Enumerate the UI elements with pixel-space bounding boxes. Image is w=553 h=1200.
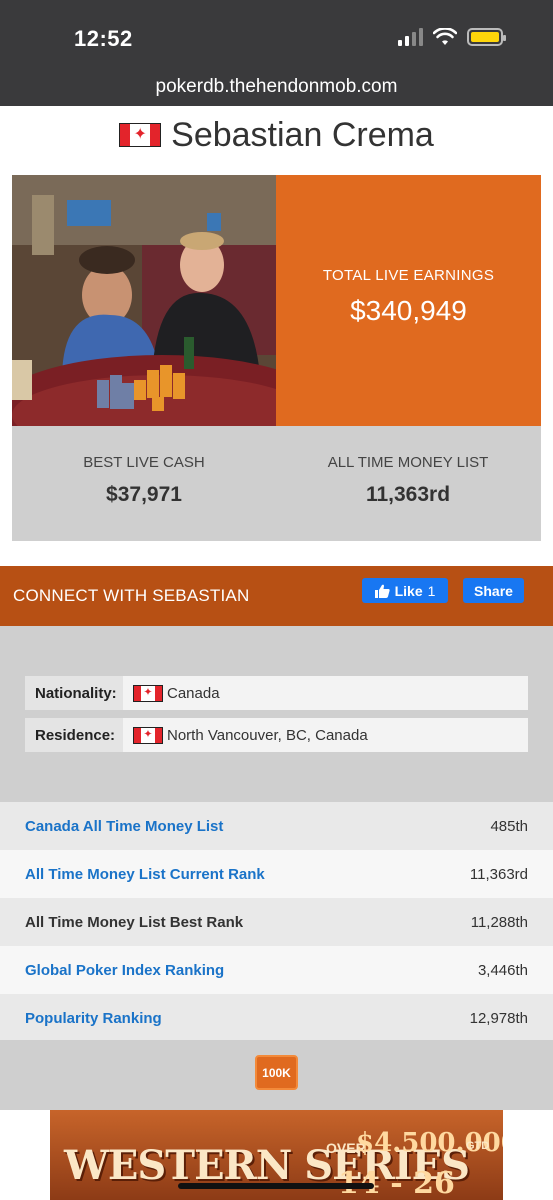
battery-icon [467,28,506,46]
player-name: Sebastian Crema [171,115,434,154]
residence-row: Residence: ✦ North Vancouver, BC, Canada [25,718,528,752]
best-live-cash-stat: BEST LIVE CASH $37,971 [12,426,276,541]
ranking-row: All Time Money List Best Rank 11,288th [0,898,553,946]
facebook-like-button[interactable]: Like 1 [362,578,448,603]
ranking-value: 485th [490,817,528,835]
like-count: 1 [427,582,436,599]
player-info-panel [0,626,553,802]
nationality-label: Nationality: [25,676,123,710]
best-live-cash-label: BEST LIVE CASH [83,454,205,471]
ranking-value: 11,363rd [469,865,528,883]
home-indicator[interactable] [178,1183,374,1189]
all-time-money-list-label: ALL TIME MONEY LIST [327,454,489,471]
nationality-value: Canada [167,684,220,702]
ranking-row: Popularity Ranking 12,978th [0,994,553,1042]
player-stats: TOTAL LIVE EARNINGS $340,949 BEST LIVE C… [12,175,541,541]
canada-flag-icon: ✦ [133,726,163,744]
ranking-value: 12,978th [469,1009,528,1027]
browser-top-bar: 12:52 pokerdb.thehendonmob.com [0,0,553,106]
residence-value-cell: ✦ North Vancouver, BC, Canada [123,718,528,752]
ranking-row: All Time Money List Current Rank 11,363r… [0,850,553,898]
all-time-money-list-value: 11,363rd [365,483,451,506]
total-live-earnings-value: $340,949 [350,295,467,326]
ranking-label-best-rank: All Time Money List Best Rank [25,913,244,931]
status-icons [398,28,506,46]
connect-title: CONNECT WITH SEBASTIAN [13,586,250,605]
thumbs-up-icon [374,584,390,598]
status-time: 12:52 [74,26,133,51]
canada-flag-icon: ✦ [119,123,162,147]
ranking-link-canada-money-list[interactable]: Canada All Time Money List [25,818,223,835]
nationality-row: Nationality: ✦ Canada [25,676,528,710]
all-time-money-list-stat: ALL TIME MONEY LIST 11,363rd [276,426,540,541]
residence-label: Residence: [25,718,123,752]
residence-value: North Vancouver, BC, Canada [167,726,368,744]
total-live-earnings-label: TOTAL LIVE EARNINGS [322,267,495,284]
player-photo [12,175,276,426]
ranking-link-current-rank[interactable]: All Time Money List Current Rank [25,866,265,883]
total-live-earnings-panel: TOTAL LIVE EARNINGS $340,949 [276,175,541,426]
facebook-share-button[interactable]: Share [463,578,524,603]
ranking-value: 3,446th [477,961,528,979]
ranking-row: Canada All Time Money List 485th [0,802,553,850]
address-bar-url[interactable]: pokerdb.thehendonmob.com [0,76,553,98]
best-live-cash-value: $37,971 [106,483,182,506]
wifi-icon [433,28,457,45]
ranking-link-popularity[interactable]: Popularity Ranking [25,1010,162,1027]
100k-badge-icon[interactable]: 100K [255,1055,298,1090]
cellular-signal-icon [398,28,423,46]
ranking-row: Global Poker Index Ranking 3,446th [0,946,553,994]
canada-flag-icon: ✦ [133,684,163,702]
ranking-link-gpi[interactable]: Global Poker Index Ranking [25,962,224,979]
player-header: ✦ Sebastian Crema [0,112,553,158]
banner-gtd: GTD [466,1140,490,1152]
ranking-value: 11,288th [470,913,528,931]
like-label: Like [394,582,423,599]
nationality-value-cell: ✦ Canada [123,676,528,710]
secondary-stats: BEST LIVE CASH $37,971 ALL TIME MONEY LI… [12,426,541,541]
